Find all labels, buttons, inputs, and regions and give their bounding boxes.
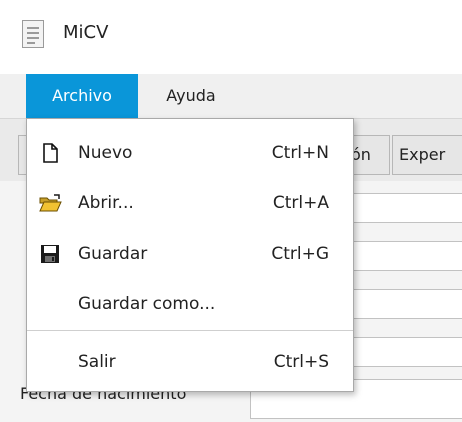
menu-item-abrir[interactable]: Abrir... Ctrl+A bbox=[27, 181, 353, 225]
menu-item-shortcut: Ctrl+A bbox=[272, 193, 329, 213]
new-file-icon bbox=[43, 143, 58, 163]
tab-formacion[interactable]: ón bbox=[348, 135, 390, 175]
menu-item-label: Nuevo bbox=[78, 143, 133, 163]
menu-item-label: Guardar como... bbox=[78, 294, 216, 314]
menu-ayuda[interactable]: Ayuda bbox=[145, 74, 237, 118]
menu-item-nuevo[interactable]: Nuevo Ctrl+N bbox=[27, 131, 353, 175]
menu-item-label: Salir bbox=[78, 352, 116, 372]
document-icon bbox=[22, 20, 44, 48]
menu-item-salir[interactable]: Salir Ctrl+S bbox=[27, 340, 353, 384]
menu-item-guardar[interactable]: Guardar Ctrl+G bbox=[27, 232, 353, 276]
window-title: MiCV bbox=[63, 22, 109, 43]
archivo-dropdown: Nuevo Ctrl+N Abrir... Ctrl+A Guardar Ctr… bbox=[26, 118, 354, 392]
menu-item-label: Guardar bbox=[78, 244, 148, 264]
menu-archivo[interactable]: Archivo bbox=[26, 74, 138, 118]
menu-separator bbox=[27, 330, 353, 331]
open-folder-icon bbox=[39, 194, 62, 212]
title-bar: MiCV bbox=[0, 0, 462, 74]
tab-experiencia[interactable]: Exper bbox=[392, 135, 462, 175]
menu-item-shortcut: Ctrl+G bbox=[271, 244, 329, 264]
save-disk-icon bbox=[41, 245, 59, 263]
app-window: MiCV Archivo Ayuda ón Exper Fecha de nac… bbox=[0, 0, 462, 422]
menu-item-shortcut: Ctrl+S bbox=[273, 352, 329, 372]
menu-bar: Archivo Ayuda bbox=[0, 74, 462, 119]
menu-item-label: Abrir... bbox=[78, 193, 134, 213]
menu-item-shortcut: Ctrl+N bbox=[271, 143, 329, 163]
menu-item-guardar-como[interactable]: Guardar como... bbox=[27, 282, 353, 326]
